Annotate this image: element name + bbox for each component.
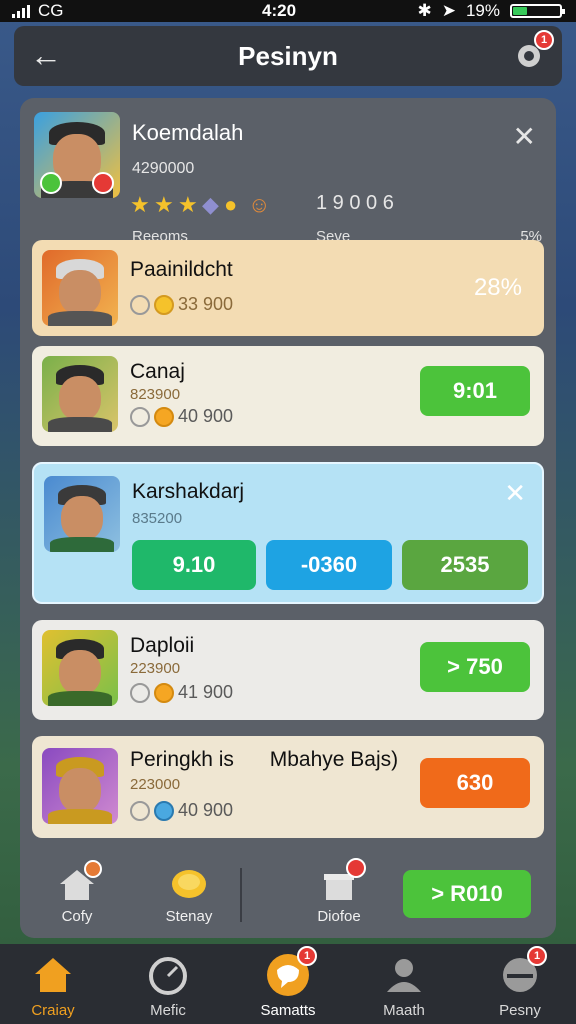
clock-icon bbox=[130, 406, 150, 427]
coin-icon bbox=[154, 406, 174, 427]
tab-maath[interactable]: Maath bbox=[354, 952, 454, 1019]
action-home[interactable]: Cofy bbox=[32, 860, 122, 925]
leaderboard-panel: Koemdalah 4290000 ✕ ★ ★ ★ ◆ ● ☺ 1 9 0 0 … bbox=[20, 98, 556, 938]
tab-samatts[interactable]: 1 Samatts bbox=[238, 946, 338, 1019]
action-coins[interactable]: Stenay bbox=[144, 866, 234, 925]
tab-pesny[interactable]: 1 Pesny bbox=[470, 946, 570, 1019]
player-stat: 41 900 bbox=[130, 682, 233, 703]
profile-icon: 1 bbox=[497, 946, 547, 998]
battery-icon bbox=[510, 4, 565, 18]
option-button-1[interactable]: 9.10 bbox=[132, 540, 256, 590]
list-item[interactable]: Daploii 223900 41 900 > 750 bbox=[32, 620, 544, 720]
option-button-3[interactable]: 2535 bbox=[402, 540, 528, 590]
app-header: ← Pesinyn 1 bbox=[14, 26, 562, 86]
star-icon: ★ bbox=[154, 192, 174, 217]
player-stat: 40 900 bbox=[130, 406, 233, 427]
list-item[interactable]: Paainildcht 33 900 28% bbox=[32, 240, 544, 336]
clock-icon bbox=[130, 294, 150, 315]
challenge-button[interactable]: 9:01 bbox=[420, 366, 530, 416]
coin-icon: ● bbox=[224, 192, 238, 217]
player-name: Canaj bbox=[130, 360, 185, 383]
team-icon bbox=[92, 172, 114, 194]
avatar bbox=[44, 476, 120, 552]
chat-icon: 1 bbox=[265, 946, 317, 998]
coins-icon bbox=[168, 866, 210, 902]
percent-value: 28% bbox=[473, 274, 522, 301]
close-icon[interactable]: ✕ bbox=[513, 120, 536, 153]
player-score: 835200 bbox=[132, 510, 183, 527]
avatar[interactable] bbox=[34, 112, 120, 198]
notification-button[interactable]: 1 bbox=[512, 30, 554, 72]
close-icon[interactable]: ✕ bbox=[504, 478, 526, 509]
player-score: 823900 bbox=[130, 386, 181, 403]
coin-icon bbox=[154, 294, 174, 315]
list-item-selected[interactable]: Karshakdarj 835200 ✕ 9.10 -0360 2535 bbox=[32, 462, 544, 604]
option-button-2[interactable]: -0360 bbox=[266, 540, 392, 590]
player-name: Koemdalah bbox=[132, 120, 244, 145]
player-name: Paainildcht bbox=[130, 258, 233, 281]
bottom-tab-bar: Craiay Mefic 1 Samatts Maath 1 Pesny bbox=[0, 944, 576, 1024]
page-title: Pesinyn bbox=[238, 40, 338, 71]
user-group-icon bbox=[381, 952, 427, 998]
notification-badge: 1 bbox=[534, 30, 554, 50]
tab-craiay[interactable]: Craiay bbox=[3, 952, 103, 1019]
player-score: 4290000 bbox=[132, 160, 195, 177]
status-time: 4:20 bbox=[262, 1, 297, 20]
player-score: 223000 bbox=[130, 776, 181, 793]
carrier-label: CG bbox=[38, 1, 64, 20]
star-icon: ★ bbox=[130, 192, 150, 217]
tab-mefic[interactable]: Mefic bbox=[118, 952, 218, 1019]
signal-icon bbox=[12, 4, 30, 18]
challenge-button[interactable]: > 750 bbox=[420, 642, 530, 692]
avatar bbox=[42, 630, 118, 706]
player-name: Daploii bbox=[130, 634, 195, 657]
player-name: Peringkh is Mbahye Bajs) bbox=[130, 748, 399, 771]
back-arrow-icon[interactable]: ← bbox=[28, 38, 64, 74]
avatar bbox=[42, 356, 118, 432]
divider bbox=[240, 868, 242, 922]
avatar bbox=[42, 748, 118, 824]
player-stat: 40 900 bbox=[130, 800, 233, 821]
player-stat: 33 900 bbox=[130, 294, 233, 315]
status-bar: CG 4:20 ✱ ➤ 19% bbox=[0, 0, 576, 22]
list-item[interactable]: Canaj 823900 40 900 9:01 bbox=[32, 346, 544, 446]
player-score: 223900 bbox=[130, 660, 181, 677]
gem-icon: ◆ bbox=[202, 192, 219, 217]
play-button[interactable]: > R010 bbox=[403, 870, 531, 918]
clock-icon bbox=[130, 682, 150, 703]
home-icon bbox=[30, 952, 76, 998]
avatar bbox=[42, 250, 118, 326]
reward-chips: 1 9 0 0 6 bbox=[316, 192, 394, 214]
face-icon: ☺ bbox=[248, 192, 271, 217]
clock-icon bbox=[130, 800, 150, 821]
action-diofoe[interactable]: Diofoe bbox=[294, 858, 384, 925]
action-row: Cofy Stenay Diofoe > R010 bbox=[28, 856, 548, 932]
home-icon bbox=[56, 860, 102, 902]
gift-icon bbox=[318, 858, 366, 902]
list-item[interactable]: Peringkh is Mbahye Bajs) 223000 40 900 6… bbox=[32, 736, 544, 838]
challenge-button[interactable]: 630 bbox=[420, 758, 530, 808]
player-profile: Koemdalah 4290000 ✕ ★ ★ ★ ◆ ● ☺ 1 9 0 0 … bbox=[34, 112, 542, 245]
bluetooth-icon: ✱ bbox=[417, 1, 432, 20]
player-name: Karshakdarj bbox=[132, 480, 245, 503]
location-icon: ➤ bbox=[441, 1, 456, 20]
star-icon: ★ bbox=[178, 192, 198, 217]
gem-icon bbox=[154, 800, 174, 821]
stopwatch-icon bbox=[145, 952, 191, 998]
coin-icon bbox=[154, 682, 174, 703]
battery-percent: 19% bbox=[465, 1, 500, 20]
rank-icon bbox=[40, 172, 62, 194]
